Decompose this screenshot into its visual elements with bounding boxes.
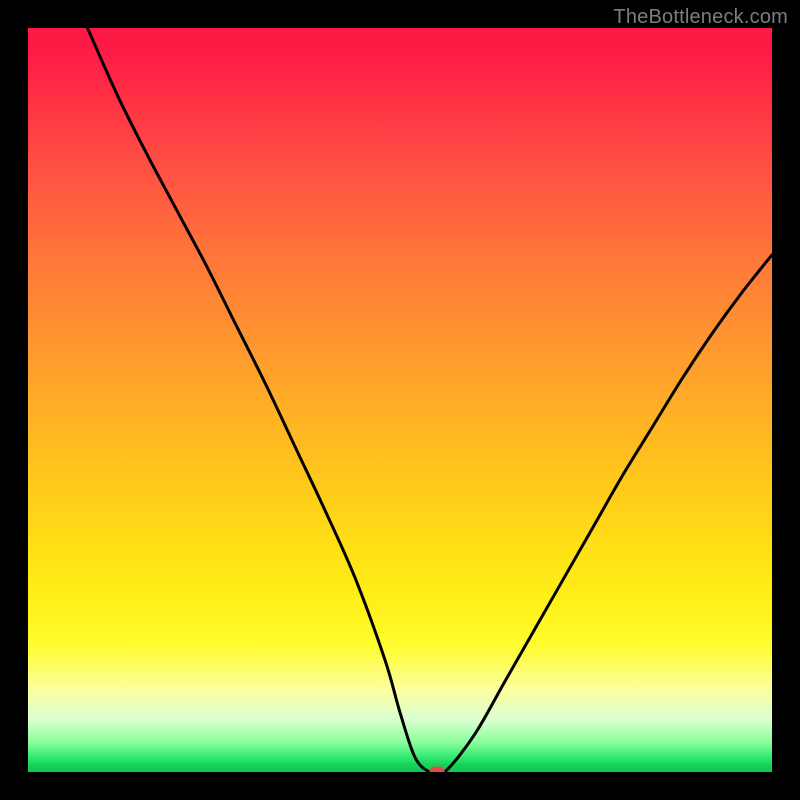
plot-area [28, 28, 772, 772]
optimal-point-marker [430, 767, 445, 773]
chart-container: TheBottleneck.com [0, 0, 800, 800]
watermark-text: TheBottleneck.com [613, 6, 788, 29]
bottleneck-curve [28, 28, 772, 772]
